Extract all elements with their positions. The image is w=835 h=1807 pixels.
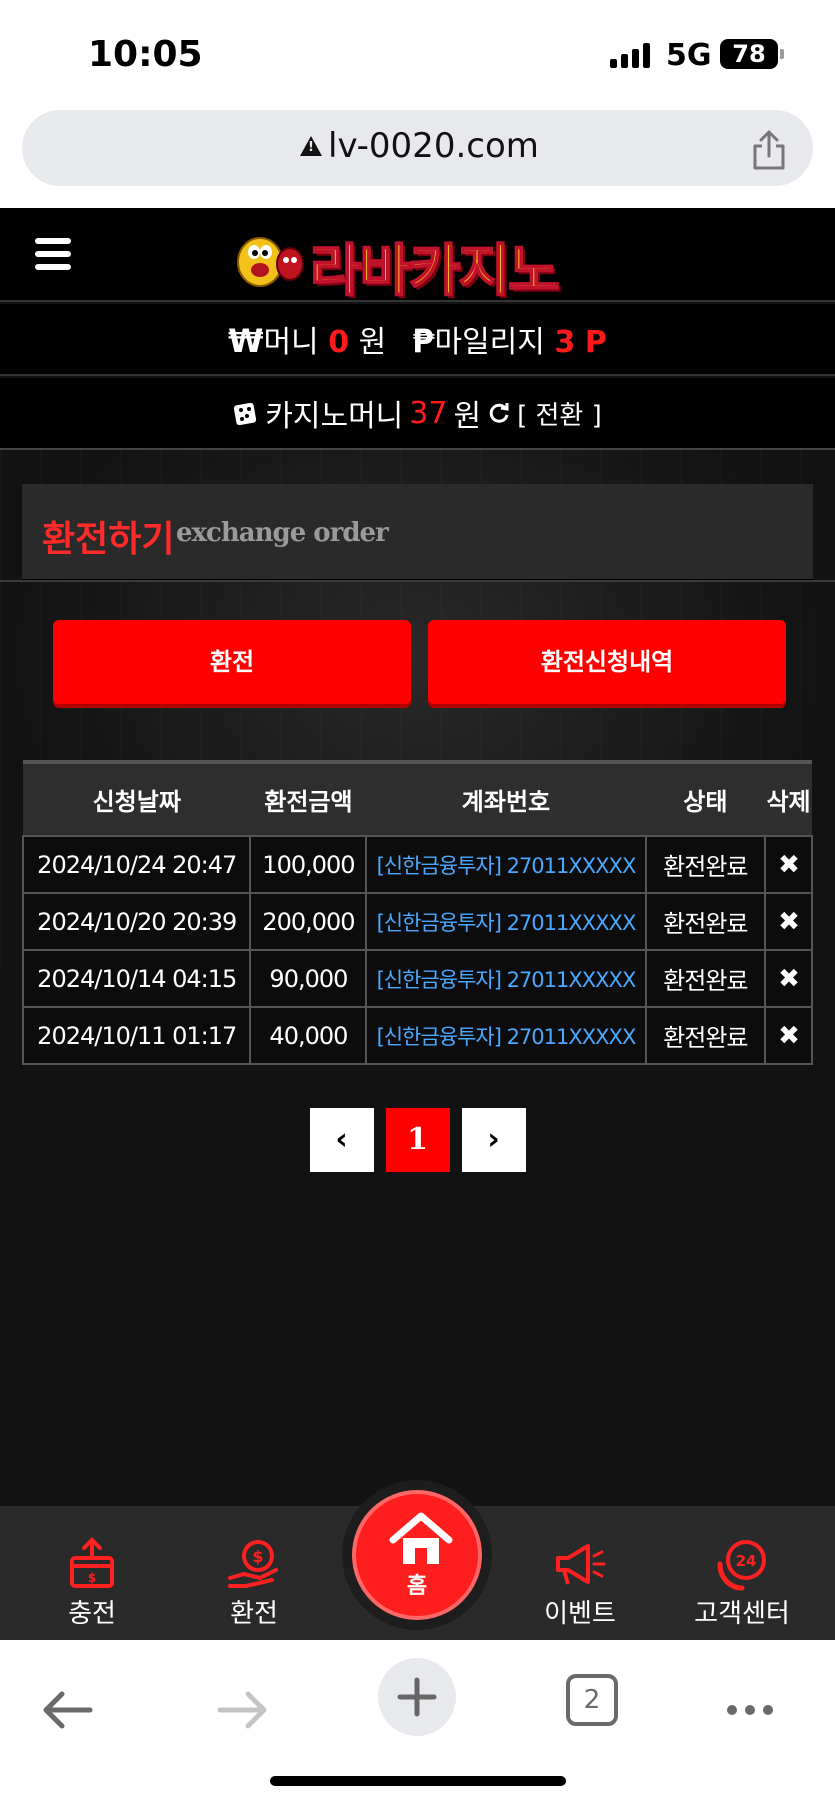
cell-amount: 90,000 (249, 949, 368, 1008)
svg-text:24: 24 (736, 1552, 757, 1570)
svg-text:$: $ (252, 1547, 263, 1566)
table-row: 2024/10/24 20:47 100,000 [신한금융투자] 27011X… (21, 835, 813, 894)
nav-event-label: 이벤트 (544, 1599, 616, 1629)
warning-icon (300, 136, 322, 156)
signal-icon (610, 42, 650, 68)
header-date: 신청날짜 (23, 760, 251, 836)
header-account: 계좌번호 (366, 760, 646, 836)
exchange-history-table: 신청날짜 환전금액 계좌번호 상태 삭제 2024/10/24 20:47 10… (21, 760, 813, 1065)
delete-icon[interactable]: ✖ (764, 949, 813, 1008)
casino-balance-row: 카지노머니 37 원 [ 전환 ] (0, 378, 835, 450)
nav-event[interactable]: 이벤트 (510, 1506, 650, 1640)
cell-date: 2024/10/14 04:15 (21, 949, 252, 1008)
table-row: 2024/10/11 01:17 40,000 [신한금융투자] 27011XX… (21, 1006, 813, 1065)
page-number-current[interactable]: 1 (385, 1108, 450, 1172)
casino-money-value: 37 (409, 395, 448, 431)
delete-icon[interactable]: ✖ (764, 1006, 813, 1065)
site-content: 라바카지노 ₩머니 0 원 ₱마일리지 3 P 카지노머니 37 원 [ 전환 … (0, 208, 835, 1640)
delete-icon[interactable]: ✖ (764, 835, 813, 894)
tabs-button[interactable]: 2 (566, 1674, 618, 1726)
status-time: 10:05 (88, 34, 203, 75)
cell-date: 2024/10/11 01:17 (21, 1006, 252, 1065)
mileage-balance: ₱마일리지 3 P (412, 322, 607, 360)
delete-icon[interactable]: ✖ (764, 892, 813, 951)
plus-icon (397, 1677, 437, 1717)
cell-date: 2024/10/20 20:39 (21, 892, 252, 951)
home-icon (389, 1512, 453, 1564)
money-value: 0 (328, 325, 350, 360)
cell-account[interactable]: [신한금융투자] 27011XXXXX (365, 1006, 647, 1065)
address-bar[interactable]: lv-0020.com (22, 110, 813, 186)
nav-exchange[interactable]: $ 환전 (184, 1506, 324, 1640)
coin-hand-icon: $ (228, 1540, 278, 1588)
status-bar: 10:05 5G 78 (0, 0, 835, 108)
cell-account[interactable]: [신한금융투자] 27011XXXXX (365, 892, 647, 951)
table-row: 2024/10/14 04:15 90,000 [신한금융투자] 27011XX… (21, 949, 813, 1008)
section-title: 환전하기 (42, 519, 175, 560)
charge-box-icon: $ (70, 1537, 114, 1588)
menu-icon[interactable] (35, 238, 71, 270)
site-header: 라바카지노 (0, 208, 835, 305)
cell-status: 환전완료 (644, 892, 767, 951)
url-text[interactable]: lv-0020.com (328, 126, 539, 166)
table-row: 2024/10/20 20:39 200,000 [신한금융투자] 27011X… (21, 892, 813, 951)
dice-icon (234, 402, 257, 426)
cell-status: 환전완료 (644, 949, 767, 1008)
more-icon[interactable] (715, 1680, 785, 1740)
divider (0, 580, 835, 582)
cell-account[interactable]: [신한금융투자] 27011XXXXX (365, 835, 647, 894)
header-status: 상태 (645, 760, 766, 836)
megaphone-icon (556, 1544, 606, 1585)
battery-tip (780, 49, 784, 59)
cell-date: 2024/10/24 20:47 (21, 835, 252, 894)
cell-account[interactable]: [신한금융투자] 27011XXXXX (365, 949, 647, 1008)
table-header-row: 신청날짜 환전금액 계좌번호 상태 삭제 (23, 760, 812, 836)
prev-page-button[interactable]: ‹ (309, 1108, 374, 1172)
back-arrow-icon[interactable] (32, 1680, 102, 1740)
logo-text: 라바카지노 (309, 238, 561, 305)
section-header: 환전하기 exchange order (22, 484, 813, 582)
support-24-icon: 24 (717, 1540, 766, 1591)
nav-charge[interactable]: $ 충전 (22, 1506, 162, 1640)
new-tab-button[interactable] (378, 1658, 456, 1736)
site-logo[interactable]: 라바카지노 (230, 220, 610, 305)
header-amount: 환전금액 (250, 760, 367, 836)
forward-arrow-icon[interactable] (208, 1680, 278, 1740)
larva-mascot-icon (237, 237, 304, 287)
cell-status: 환전완료 (644, 835, 767, 894)
nav-home-label: 홈 (406, 1574, 428, 1599)
cell-amount: 200,000 (249, 892, 368, 951)
nav-home-button[interactable]: 홈 (352, 1490, 482, 1620)
home-indicator (270, 1776, 566, 1786)
exchange-history-button[interactable]: 환전신청내역 (428, 620, 786, 704)
nav-charge-label: 충전 (68, 1599, 116, 1629)
exchange-button[interactable]: 환전 (53, 620, 411, 704)
tab-count: 2 (583, 1685, 601, 1715)
nav-exchange-label: 환전 (230, 1599, 278, 1629)
convert-link[interactable]: [ 전환 ] (517, 395, 602, 432)
balance-row: ₩머니 0 원 ₱마일리지 3 P (0, 304, 835, 376)
mileage-value: 3 (554, 325, 576, 360)
nav-support-label: 고객센터 (694, 1599, 790, 1629)
next-page-button[interactable]: › (461, 1108, 526, 1172)
section-subtitle: exchange order (176, 518, 389, 548)
cell-status: 환전완료 (644, 1006, 767, 1065)
share-icon[interactable] (749, 128, 789, 172)
cell-amount: 100,000 (249, 835, 368, 894)
battery-icon: 78 (720, 39, 778, 69)
header-delete: 삭제 (765, 760, 812, 836)
svg-text:$: $ (88, 1571, 96, 1585)
money-balance: ₩머니 0 원 (228, 322, 387, 360)
cell-amount: 40,000 (249, 1006, 368, 1065)
pagination: ‹ 1 › (0, 1108, 835, 1172)
refresh-icon[interactable] (487, 401, 511, 425)
network-type: 5G (666, 38, 712, 73)
nav-support[interactable]: 24 고객센터 (672, 1506, 812, 1640)
